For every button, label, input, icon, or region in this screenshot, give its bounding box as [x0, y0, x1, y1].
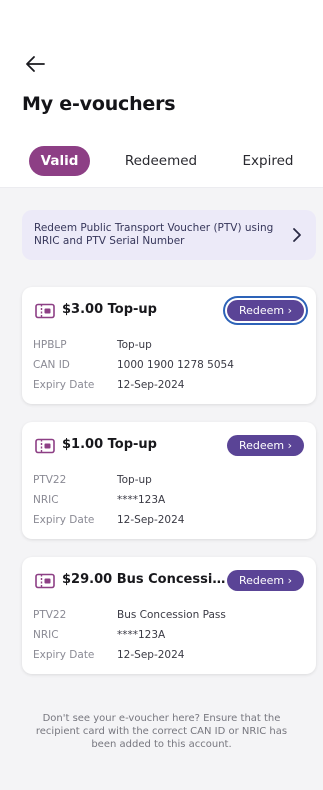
- voucher-card: $3.00 Top-up Redeem › HPBLP Top-up CAN I…: [22, 287, 316, 404]
- redeem-button[interactable]: Redeem ›: [226, 435, 304, 456]
- chevron-right-icon: ›: [287, 574, 292, 587]
- redeem-label: Redeem: [238, 574, 285, 587]
- voucher-title: $29.00 Bus Concession P...: [62, 572, 232, 587]
- detail-label: PTV22: [33, 609, 67, 621]
- voucher-detail-row: PTV22 Bus Concession Pass: [33, 607, 303, 623]
- voucher-detail-row: NRIC ****123A: [33, 492, 303, 508]
- footer-note: Don't see your e-voucher here? Ensure th…: [35, 713, 288, 750]
- detail-label: Expiry Date: [33, 649, 95, 661]
- voucher-detail-row: CAN ID 1000 1900 1278 5054: [33, 357, 303, 373]
- detail-value: 12-Sep-2024: [117, 514, 185, 526]
- voucher-ticket-icon: [35, 303, 55, 319]
- detail-value: 12-Sep-2024: [117, 379, 185, 391]
- detail-value: 1000 1900 1278 5054: [117, 359, 234, 371]
- detail-value: Top-up: [117, 474, 152, 486]
- detail-label: NRIC: [33, 494, 59, 506]
- chevron-right-icon: ›: [287, 304, 292, 317]
- redeem-label: Redeem: [238, 439, 285, 452]
- back-button[interactable]: [22, 52, 50, 76]
- voucher-detail-row: PTV22 Top-up: [33, 472, 303, 488]
- chevron-right-icon: [293, 228, 301, 242]
- redeem-button[interactable]: Redeem ›: [226, 300, 304, 321]
- redeem-ptv-banner[interactable]: Redeem Public Transport Voucher (PTV) us…: [22, 210, 316, 260]
- tab-redeemed[interactable]: Redeemed: [116, 146, 206, 176]
- voucher-title: $3.00 Top-up: [62, 302, 157, 317]
- detail-value: Bus Concession Pass: [117, 609, 226, 621]
- voucher-detail-row: NRIC ****123A: [33, 627, 303, 643]
- tab-valid[interactable]: Valid: [29, 146, 90, 176]
- voucher-card: $1.00 Top-up Redeem › PTV22 Top-up NRIC …: [22, 422, 316, 539]
- voucher-card: $29.00 Bus Concession P... Redeem › PTV2…: [22, 557, 316, 674]
- detail-label: PTV22: [33, 474, 67, 486]
- arrow-left-icon: [26, 56, 45, 72]
- detail-label: Expiry Date: [33, 379, 95, 391]
- detail-label: CAN ID: [33, 359, 70, 371]
- detail-value: Top-up: [117, 339, 152, 351]
- detail-label: Expiry Date: [33, 514, 95, 526]
- chevron-right-icon: ›: [287, 439, 292, 452]
- voucher-detail-row: Expiry Date 12-Sep-2024: [33, 647, 303, 663]
- tab-bar: Valid Redeemed Expired: [0, 146, 323, 176]
- detail-value: ****123A: [117, 494, 166, 506]
- voucher-detail-row: HPBLP Top-up: [33, 337, 303, 353]
- voucher-detail-row: Expiry Date 12-Sep-2024: [33, 377, 303, 393]
- redeem-label: Redeem: [238, 304, 285, 317]
- voucher-title: $1.00 Top-up: [62, 437, 157, 452]
- redeem-button[interactable]: Redeem ›: [226, 570, 304, 591]
- page: My e-vouchers Valid Redeemed Expired Red…: [0, 0, 323, 790]
- detail-value: 12-Sep-2024: [117, 649, 185, 661]
- header-divider: [0, 187, 323, 188]
- detail-value: ****123A: [117, 629, 166, 641]
- voucher-ticket-icon: [35, 573, 55, 589]
- page-title: My e-vouchers: [22, 93, 176, 115]
- detail-label: NRIC: [33, 629, 59, 641]
- tab-expired[interactable]: Expired: [233, 146, 303, 176]
- voucher-detail-row: Expiry Date 12-Sep-2024: [33, 512, 303, 528]
- banner-text: Redeem Public Transport Voucher (PTV) us…: [34, 222, 274, 247]
- voucher-ticket-icon: [35, 438, 55, 454]
- detail-label: HPBLP: [33, 339, 67, 351]
- header: My e-vouchers Valid Redeemed Expired: [0, 0, 323, 188]
